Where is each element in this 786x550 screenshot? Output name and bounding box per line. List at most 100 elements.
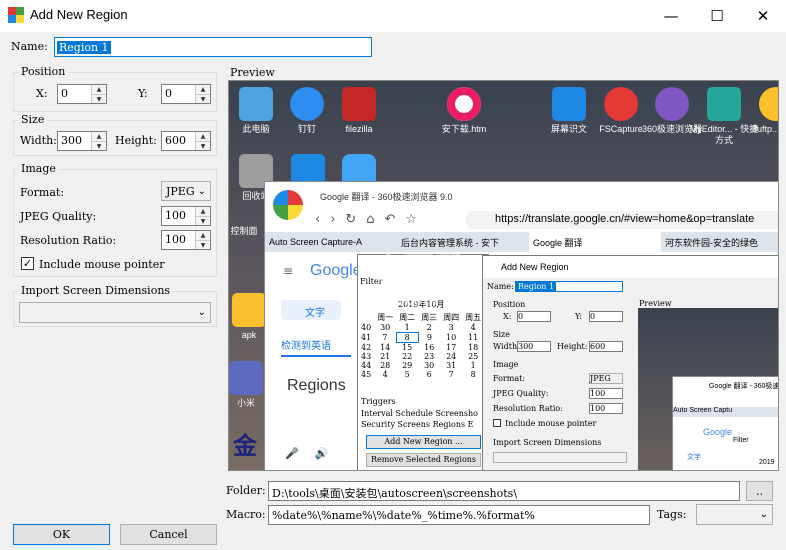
- nested-ratio-label: Resolution Ratio:: [493, 404, 563, 413]
- spin-up-icon[interactable]: ▲: [196, 231, 210, 241]
- height-spinner[interactable]: 600 ▲ ▼: [161, 131, 211, 151]
- folder-input[interactable]: D:\tools\桌面\安装包\autoscreen\screenshots\: [268, 481, 740, 501]
- name-input-value: Region 1: [57, 41, 111, 54]
- nested-tabs-row2: Security Screens Regions E: [361, 420, 474, 429]
- nav-icons: ‹›↻⌂↶☆: [315, 212, 428, 227]
- format-select[interactable]: JPEG ⌄: [161, 181, 211, 201]
- nested-x-input: 0: [517, 311, 551, 322]
- ok-button[interactable]: OK: [13, 524, 110, 545]
- weekday-header: 周二: [399, 313, 416, 322]
- minimize-button[interactable]: —: [648, 0, 694, 32]
- tags-label: Tags:: [657, 508, 687, 521]
- spin-up-icon[interactable]: ▲: [196, 207, 210, 217]
- address-bar: https://translate.google.cn/#view=home&o…: [465, 211, 778, 229]
- nested-title: Add New Region: [501, 262, 569, 272]
- nested-y-label: Y:: [575, 312, 582, 321]
- spin-down-icon[interactable]: ▼: [196, 241, 210, 250]
- nested-width-label: Width:: [493, 342, 520, 351]
- app-icon: [8, 7, 24, 23]
- mic-speaker-icons: 🎤🔊: [285, 447, 345, 460]
- quality-spinner[interactable]: 100 ▲ ▼: [161, 206, 211, 226]
- nested-position-legend: Position: [493, 300, 526, 309]
- image-legend: Image: [19, 162, 58, 175]
- nested-remove-button: Remove Selected Regions: [366, 453, 481, 467]
- name-input[interactable]: Region 1: [54, 37, 372, 57]
- nested-height-label: Height:: [557, 342, 588, 351]
- desktop-icon: 8uftp... 快捷: [741, 87, 778, 135]
- maximize-button[interactable]: ☐: [694, 0, 740, 32]
- ratio-value: 100: [165, 233, 186, 246]
- window-title: Add New Region: [30, 7, 128, 22]
- preview-panel: 此电脑 钉钉 filezilla 安下载.htm 屏幕识文 FSCapture …: [228, 80, 779, 471]
- width-spinner[interactable]: 300 ▲ ▼: [57, 131, 107, 151]
- browser-logo-icon: [273, 190, 303, 220]
- tab-underline: [281, 355, 351, 357]
- x-spinner[interactable]: 0 ▲ ▼: [57, 84, 107, 104]
- detect-language: 检测到英语: [281, 341, 331, 352]
- weekday-header: 周五: [465, 313, 482, 322]
- height-label: Height:: [115, 134, 157, 147]
- preview-legend: Preview: [230, 66, 275, 79]
- size-legend: Size: [19, 113, 47, 126]
- ratio-label: Resolution Ratio:: [20, 234, 117, 247]
- spin-up-icon[interactable]: ▲: [92, 85, 106, 95]
- tags-select[interactable]: ⌄: [696, 504, 773, 525]
- format-value: JPEG: [166, 185, 195, 198]
- calendar-grid: 周一 周二 周三 周四 周五 40 30 1 2 3 4 41 7 8 9 10 11 42 14 15 16 17…: [358, 312, 485, 379]
- nested-ratio-input: 100: [589, 403, 623, 414]
- mouse-pointer-checkbox[interactable]: ✓: [21, 257, 34, 270]
- triggers-label: Triggers: [361, 397, 396, 406]
- menu-icon: ≡: [283, 264, 294, 278]
- text-mode-chip: 文字: [281, 300, 341, 320]
- ratio-spinner[interactable]: 100 ▲ ▼: [161, 230, 211, 250]
- watermark: 安下载: [374, 251, 464, 286]
- translate-input-text: Regions: [287, 377, 346, 394]
- browse-folder-button[interactable]: ..: [746, 481, 773, 501]
- macro-value: %date%\%name%\%date%_%time%.%format%: [272, 509, 535, 522]
- watermark-sub: anxz.com: [359, 291, 439, 309]
- title-bar: Add New Region — ☐ ✕: [0, 0, 786, 32]
- quality-label: JPEG Quality:: [20, 210, 97, 223]
- nested-preview: Google 翻译 - 360极速浏览器 Auto Screen Captu G…: [638, 308, 778, 470]
- macro-input[interactable]: %date%\%name%\%date%_%time%.%format%: [268, 505, 650, 525]
- chevron-down-icon: ⌄: [197, 185, 206, 197]
- position-legend: Position: [19, 65, 68, 78]
- y-spinner[interactable]: 0 ▲ ▼: [161, 84, 211, 104]
- width-label: Width:: [20, 134, 57, 147]
- nested-format-select: JPEG: [589, 373, 623, 384]
- import-select[interactable]: ⌄: [19, 302, 211, 323]
- height-value: 600: [165, 134, 186, 147]
- spin-up-icon[interactable]: ▲: [196, 85, 210, 95]
- nested-preview-browser: Google 翻译 - 360极速浏览器 Auto Screen Captu G…: [672, 376, 778, 470]
- weekday-header: 周四: [443, 313, 460, 322]
- browser-tab: 河东软件园-安全的绿色: [661, 232, 778, 252]
- x-value: 0: [61, 87, 68, 100]
- spin-up-icon[interactable]: ▲: [196, 132, 210, 142]
- spin-down-icon[interactable]: ▼: [92, 142, 106, 151]
- close-button[interactable]: ✕: [740, 0, 786, 32]
- nested-mouse-checkbox: [493, 419, 501, 427]
- macro-label: Macro:: [226, 508, 266, 521]
- desktop-icon: 金: [233, 431, 257, 460]
- nested-import-select: [493, 452, 627, 463]
- width-value: 300: [61, 134, 82, 147]
- nested-format-label: Format:: [493, 374, 526, 383]
- x-label: X:: [36, 87, 48, 100]
- nested-tabs-row1: Interval Schedule Screensho: [361, 409, 478, 418]
- folder-value: D:\tools\桌面\安装包\autoscreen\screenshots\: [272, 487, 518, 500]
- browser-title: Google 翻译 - 360极速浏览器 9.0: [320, 192, 453, 202]
- nested-name-input: Region 1: [515, 281, 623, 292]
- format-label: Format:: [20, 186, 65, 199]
- spin-down-icon[interactable]: ▼: [196, 217, 210, 226]
- nested-image-legend: Image: [493, 360, 519, 369]
- mouse-pointer-label: Include mouse pointer: [39, 258, 165, 271]
- cancel-button[interactable]: Cancel: [120, 524, 217, 545]
- spin-down-icon[interactable]: ▼: [92, 95, 106, 104]
- tab-strip: Auto Screen Capture-A 后台内容管理系统 - 安下 Goog…: [265, 232, 778, 252]
- chevron-down-icon: ⌄: [759, 509, 768, 520]
- import-legend: Import Screen Dimensions: [19, 284, 173, 297]
- nested-quality-label: JPEG Quality:: [493, 389, 549, 398]
- spin-down-icon[interactable]: ▼: [196, 95, 210, 104]
- spin-down-icon[interactable]: ▼: [196, 142, 210, 151]
- spin-up-icon[interactable]: ▲: [92, 132, 106, 142]
